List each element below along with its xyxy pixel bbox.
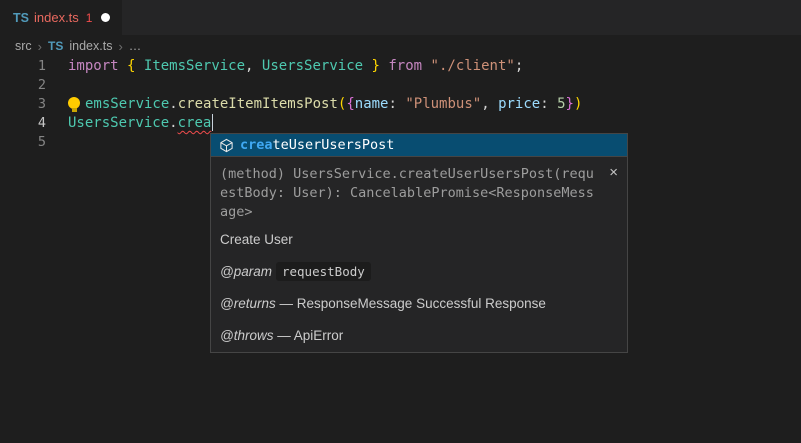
code-token: } bbox=[566, 96, 574, 112]
code-token: : bbox=[540, 96, 557, 112]
breadcrumb-folder[interactable]: src bbox=[15, 39, 32, 53]
chevron-right-icon: › bbox=[118, 39, 122, 54]
code-token bbox=[363, 58, 371, 74]
suggestion-rest-text: teUserUsersPost bbox=[273, 137, 395, 153]
suggestion-doc-panel: (method) UsersService.createUserUsersPos… bbox=[211, 156, 627, 352]
breadcrumb-file[interactable]: index.ts bbox=[69, 39, 112, 53]
code-token: , bbox=[481, 96, 498, 112]
tab-index-ts[interactable]: TS index.ts 1 bbox=[0, 0, 122, 35]
jsdoc-param-tag: @param bbox=[220, 264, 272, 279]
code-token: } bbox=[372, 58, 380, 74]
line-number: 5 bbox=[0, 133, 46, 152]
breadcrumb-symbol-ellipsis[interactable]: … bbox=[129, 39, 142, 53]
code-line[interactable]: 2 bbox=[0, 76, 801, 95]
doc-param-row: @param requestBody bbox=[220, 264, 617, 280]
doc-returns-row: @returns — ResponseMessage Successful Re… bbox=[220, 296, 617, 312]
line-number: 4 bbox=[0, 114, 46, 133]
code-token bbox=[422, 58, 430, 74]
code-token: ItemsService bbox=[144, 58, 245, 74]
code-token: . bbox=[169, 115, 177, 131]
code-token: createItemItemsPost bbox=[178, 96, 338, 112]
code-token: , bbox=[245, 58, 262, 74]
close-icon[interactable]: × bbox=[609, 165, 618, 180]
code-token: : bbox=[388, 96, 405, 112]
code-token: import bbox=[68, 58, 119, 74]
line-number: 3 bbox=[0, 95, 46, 114]
tab-bar: TS index.ts 1 bbox=[0, 0, 801, 35]
code-text bbox=[46, 76, 68, 95]
code-text: emsService.createItemItemsPost({name: "P… bbox=[46, 95, 582, 114]
code-line[interactable]: 4UsersService.crea bbox=[0, 114, 801, 133]
code-token: . bbox=[169, 96, 177, 112]
param-name-chip: requestBody bbox=[276, 262, 371, 281]
code-line[interactable]: 3emsService.createItemItemsPost({name: "… bbox=[0, 95, 801, 114]
code-token bbox=[135, 58, 143, 74]
intellisense-suggest-widget: createUserUsersPost (method) UsersServic… bbox=[210, 133, 628, 353]
code-token: crea bbox=[178, 115, 212, 131]
typescript-file-icon: TS bbox=[13, 11, 29, 25]
typescript-file-icon: TS bbox=[48, 39, 63, 53]
code-token bbox=[119, 58, 127, 74]
chevron-right-icon: › bbox=[38, 39, 42, 54]
code-token: ; bbox=[515, 58, 523, 74]
tab-error-count-badge: 1 bbox=[86, 11, 93, 25]
code-token: ) bbox=[574, 96, 582, 112]
throws-text: — ApiError bbox=[277, 328, 343, 343]
code-text: UsersService.crea bbox=[46, 114, 213, 133]
code-token: 5 bbox=[557, 96, 565, 112]
code-token: "./client" bbox=[431, 58, 515, 74]
code-line[interactable]: 1import { ItemsService, UsersService } f… bbox=[0, 57, 801, 76]
method-signature: (method) UsersService.createUserUsersPos… bbox=[220, 165, 617, 222]
jsdoc-returns-tag: @returns bbox=[220, 296, 276, 311]
suggestion-item-selected[interactable]: createUserUsersPost bbox=[211, 134, 627, 156]
code-token: from bbox=[388, 58, 422, 74]
code-token: UsersService bbox=[68, 115, 169, 131]
suggestion-match-text: crea bbox=[240, 137, 273, 153]
doc-summary: Create User bbox=[220, 232, 617, 248]
code-token: UsersService bbox=[262, 58, 363, 74]
code-token: "Plumbus" bbox=[405, 96, 481, 112]
lightbulb-icon[interactable] bbox=[68, 97, 80, 109]
code-text: import { ItemsService, UsersService } fr… bbox=[46, 57, 523, 76]
line-number: 1 bbox=[0, 57, 46, 76]
returns-text: — ResponseMessage Successful Response bbox=[280, 296, 546, 311]
breadcrumb: src › TS index.ts › … bbox=[0, 35, 801, 57]
code-token: name bbox=[355, 96, 389, 112]
code-token: price bbox=[498, 96, 540, 112]
doc-throws-row: @throws — ApiError bbox=[220, 328, 617, 344]
method-cube-icon bbox=[219, 138, 234, 153]
code-token: { bbox=[346, 96, 354, 112]
code-text bbox=[46, 133, 68, 152]
line-number: 2 bbox=[0, 76, 46, 95]
modified-dot-icon[interactable] bbox=[101, 13, 110, 22]
text-cursor bbox=[212, 114, 213, 131]
jsdoc-throws-tag: @throws bbox=[220, 328, 273, 343]
code-token: emsService bbox=[85, 96, 169, 112]
tab-filename: index.ts bbox=[34, 10, 79, 25]
